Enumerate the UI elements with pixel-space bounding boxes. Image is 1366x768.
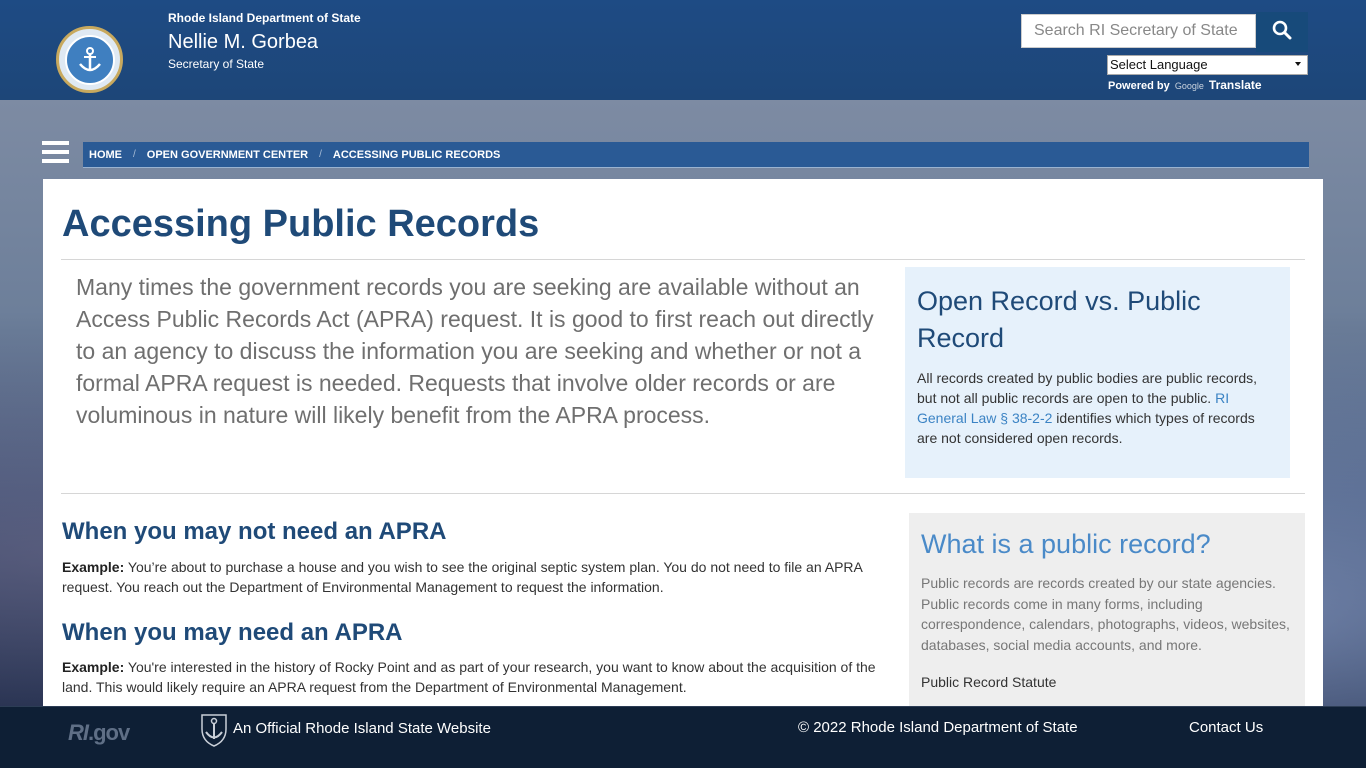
anchor-icon xyxy=(64,34,115,85)
state-seal-logo[interactable] xyxy=(56,26,123,93)
open-record-box: Open Record vs. Public Record All record… xyxy=(905,267,1290,478)
google-logo: Google xyxy=(1174,81,1204,91)
what-is-public-record-title: What is a public record? xyxy=(921,529,1211,559)
search-button[interactable] xyxy=(1256,12,1308,52)
section-heading-may-not-need: When you may not need an APRA xyxy=(62,518,447,545)
what-is-public-record-box: What is a public record? Public records … xyxy=(909,513,1305,713)
example-text: You're interested in the history of Rock… xyxy=(62,659,876,695)
intro-text: Many times the government records you ar… xyxy=(76,274,874,428)
ri-gov-logo-ri: RI xyxy=(68,720,89,745)
site-header: Rhode Island Department of State Nellie … xyxy=(0,0,1366,100)
site-footer: RI.gov An Official Rhode Island State We… xyxy=(0,706,1366,768)
example-label: Example: xyxy=(62,659,125,675)
language-select[interactable]: Select Language xyxy=(1107,55,1308,75)
open-record-title: Open Record vs. Public Record xyxy=(917,286,1201,353)
example-paragraph-2: Example: You're interested in the histor… xyxy=(62,657,882,697)
state-seal-icon xyxy=(194,709,234,749)
official-website-text: An Official Rhode Island State Website xyxy=(233,720,491,737)
department-name[interactable]: Rhode Island Department of State xyxy=(168,11,361,25)
example-paragraph-1: Example: You’re about to purchase a hous… xyxy=(62,557,877,597)
example-text: You’re about to purchase a house and you… xyxy=(62,559,863,595)
divider xyxy=(61,259,1305,260)
divider xyxy=(61,493,1305,494)
powered-by-label: Powered by xyxy=(1108,80,1170,92)
open-record-text: All records created by public bodies are… xyxy=(917,368,1278,448)
what-is-public-record-text: Public records are records created by ou… xyxy=(921,575,1290,653)
example-label: Example: xyxy=(62,559,125,575)
contact-us-link[interactable]: Contact Us xyxy=(1189,719,1263,736)
ri-gov-logo[interactable]: RI.gov xyxy=(68,720,130,746)
search-icon xyxy=(1272,20,1292,45)
breadcrumb: HOME / OPEN GOVERNMENT CENTER / ACCESSIN… xyxy=(83,142,1309,168)
copyright-text: © 2022 Rhode Island Department of State xyxy=(798,719,1078,736)
breadcrumb-open-government-center[interactable]: OPEN GOVERNMENT CENTER xyxy=(147,149,308,161)
page-title: Accessing Public Records xyxy=(62,203,540,245)
chevron-down-icon xyxy=(1295,62,1301,66)
google-translate-credit: Powered by Google Translate xyxy=(1108,78,1262,92)
section-heading-may-need: When you may need an APRA xyxy=(62,619,403,646)
breadcrumb-separator: / xyxy=(319,149,322,160)
public-record-statute-link[interactable]: Public Record Statute xyxy=(921,674,1293,690)
breadcrumb-current: ACCESSING PUBLIC RECORDS xyxy=(332,148,501,161)
search-input[interactable]: Search RI Secretary of State xyxy=(1021,14,1256,48)
open-record-text-start: All records created by public bodies are… xyxy=(917,370,1258,406)
breadcrumb-separator: / xyxy=(133,149,136,160)
language-select-label: Select Language xyxy=(1110,57,1208,72)
menu-icon[interactable] xyxy=(42,141,69,165)
ri-gov-logo-gov: .gov xyxy=(88,720,130,745)
main-content: Accessing Public Records Many times the … xyxy=(43,179,1323,713)
secretary-name[interactable]: Nellie M. Gorbea xyxy=(168,31,318,54)
secretary-role: Secretary of State xyxy=(168,57,265,71)
breadcrumb-home[interactable]: HOME xyxy=(89,149,122,161)
translate-link[interactable]: Translate xyxy=(1209,78,1262,92)
